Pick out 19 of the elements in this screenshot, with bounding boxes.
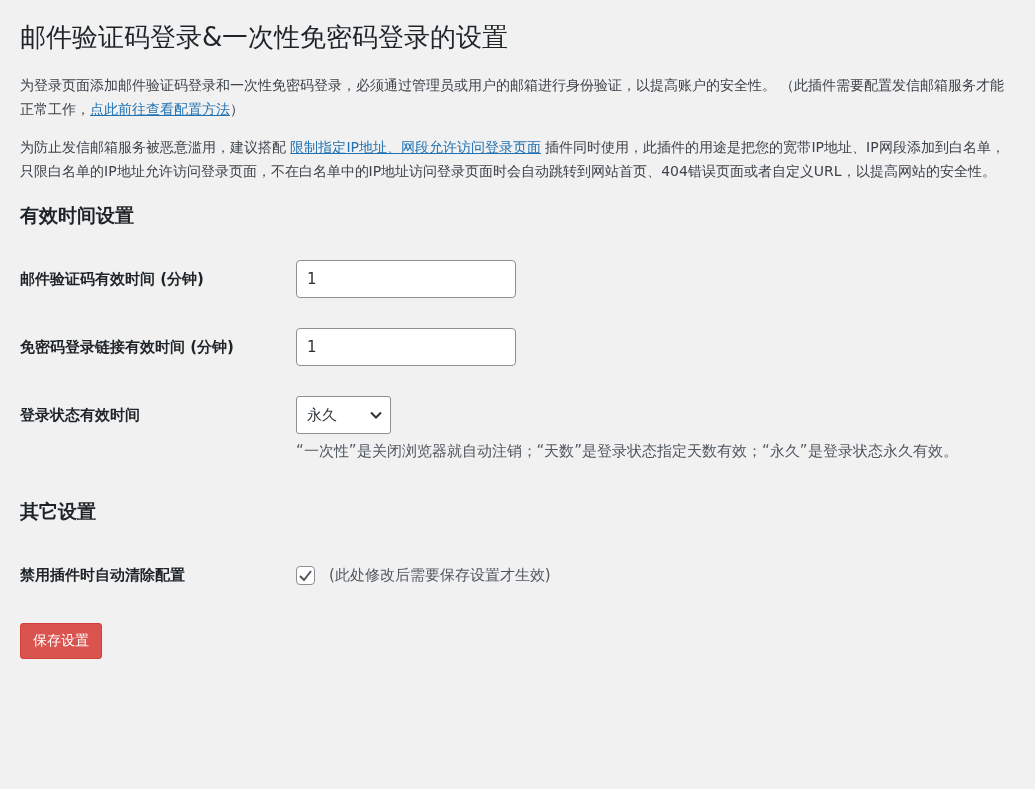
select-dropdown[interactable]: 永久 <box>296 396 391 434</box>
section-heading: 有效时间设置 <box>20 203 135 228</box>
checkbox-label: (此处修改后需要保存设置才生效) <box>329 565 551 585</box>
field-description: “一次性”是关闭浏览器就自动注销；“天数”是登录状态指定天数有效；“永久”是登录状态永久有效。 <box>296 441 959 462</box>
number-field[interactable]: 1 <box>296 260 516 298</box>
save-button[interactable]: 保存设置 <box>20 623 102 659</box>
text-link[interactable]: 点此前往查看配置方法 <box>90 101 230 117</box>
intro-paragraph: 为登录页面添加邮件验证码登录和一次性免密码登录，必须通过管理员或用户的邮箱进行身份验证，以提高账户的安全性。 （此插件需要配置发信邮箱服务才能正常工作，点此前往查看配置方法） <box>20 76 1006 119</box>
chevron-down-icon <box>370 411 382 419</box>
checkbox[interactable] <box>296 565 315 585</box>
intro-paragraph: 为防止发信邮箱服务被恶意滥用，建议搭配 限制指定IP地址、网段允许访问登录页面 插件同时使用，此插件的用途是把您的宽带IP地址、IP网段添加到白名单，只限白名单的IP地址允许访问登录页面，不在白名单中的IP地址访问登录页面时会自动跳转到网站首页、404错误页面或者自定义URL，以提高网站的安全性。 <box>20 138 1006 181</box>
field-label: 邮件验证码有效时间 (分钟) <box>20 269 205 290</box>
number-field[interactable]: 1 <box>296 328 516 366</box>
text-link[interactable]: 限制指定IP地址、网段允许访问登录页面 <box>290 139 542 155</box>
section-heading: 其它设置 <box>20 499 97 524</box>
field-label: 登录状态有效时间 <box>20 405 141 426</box>
field-label: 免密码登录链接有效时间 (分钟) <box>20 337 235 358</box>
field-label: 禁用插件时自动清除配置 <box>20 565 186 586</box>
page-title: 邮件验证码登录&一次性免密码登录的设置 <box>20 21 510 54</box>
